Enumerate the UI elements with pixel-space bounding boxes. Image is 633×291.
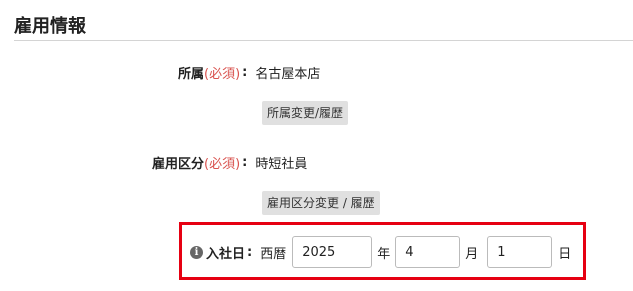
- year-unit: 年: [377, 246, 391, 262]
- hire-date-day-input[interactable]: [487, 236, 553, 268]
- employment-type-row: 雇用区分 (必須) : 時短社員: [152, 153, 307, 172]
- section-title: 雇用情報: [14, 16, 86, 37]
- employment-type-colon: :: [242, 155, 248, 170]
- employment-type-change-history-button[interactable]: 雇用区分変更 / 履歴: [262, 191, 380, 215]
- info-icon[interactable]: i: [190, 245, 203, 259]
- section-divider: [14, 40, 633, 41]
- employment-type-label: 雇用区分: [152, 157, 205, 172]
- affiliation-label: 所属: [178, 67, 205, 82]
- hire-date-label: 入社日: [206, 246, 246, 262]
- hire-date-month-input[interactable]: [395, 236, 461, 268]
- affiliation-row: 所属 (必須) : 名古屋本店: [178, 63, 320, 82]
- affiliation-required-marker: (必須): [204, 67, 241, 82]
- affiliation-colon: :: [242, 65, 248, 80]
- affiliation-value: 名古屋本店: [255, 67, 321, 82]
- hire-date-era: 西暦: [260, 246, 287, 262]
- employment-type-required-marker: (必須): [204, 157, 241, 172]
- month-unit: 月: [465, 246, 479, 262]
- affiliation-change-history-button[interactable]: 所属変更/履歴: [262, 101, 349, 125]
- hire-date-row: i 入社日 : 西暦 年 月 日: [190, 236, 571, 268]
- day-unit: 日: [558, 246, 572, 262]
- employment-type-value: 時短社員: [255, 157, 308, 172]
- hire-date-year-input[interactable]: [292, 236, 373, 268]
- hire-date-colon: :: [247, 244, 253, 260]
